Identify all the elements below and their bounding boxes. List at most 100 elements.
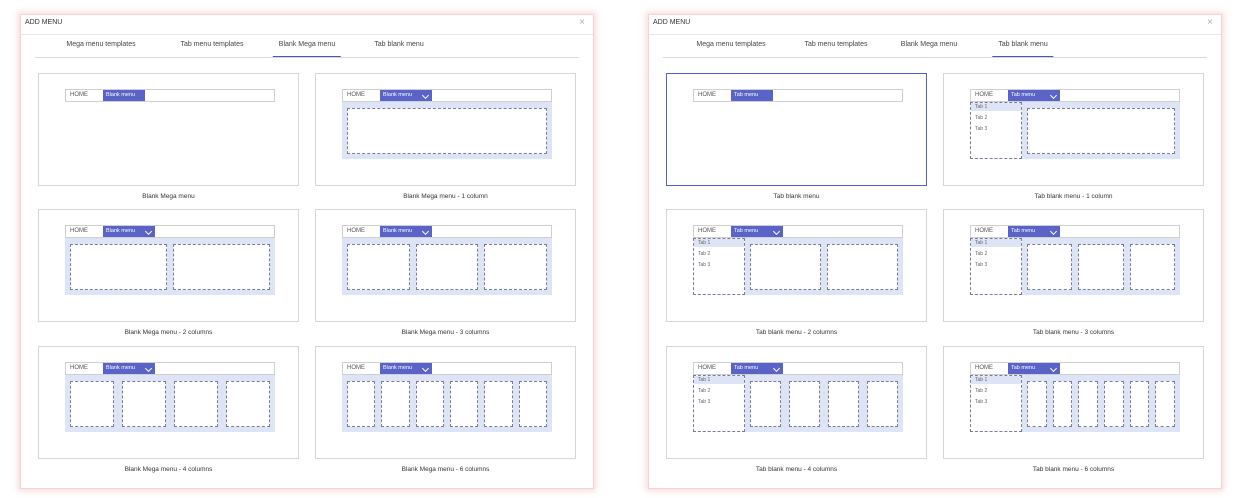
column-placeholder xyxy=(347,108,547,154)
column-placeholder xyxy=(381,381,410,427)
tab-list: Tab 1 Tab 2 Tab 3 xyxy=(693,375,745,432)
tab-label: Tab 3 xyxy=(975,262,988,268)
tab-tab-menu-templates[interactable]: Tab menu templates xyxy=(798,41,873,56)
dropdown-panel xyxy=(342,375,552,432)
dropdown-panel: Tab 1 Tab 2 Tab 3 xyxy=(970,102,1180,159)
preview-navbar: HOME Tab menu xyxy=(970,225,1180,238)
template-card[interactable]: HOME Blank menu xyxy=(315,73,576,186)
column-placeholder xyxy=(1027,381,1047,427)
tab-label: Tab 1 xyxy=(698,240,711,246)
card-caption: Blank Mega menu xyxy=(142,193,195,200)
column-placeholder xyxy=(1129,244,1175,290)
nav-menu-item: Blank menu xyxy=(103,90,145,101)
dropdown-panel: Tab 1 Tab 2 Tab 3 xyxy=(693,375,903,432)
dropdown-panel: Tab 1 Tab 2 Tab 3 xyxy=(970,238,1180,295)
template-card[interactable]: HOME Blank menu xyxy=(315,209,576,322)
dropdown-panel xyxy=(65,375,275,432)
nav-menu-item: Blank menu xyxy=(380,363,432,374)
nav-menu-label: Tab menu xyxy=(734,228,759,234)
nav-menu-label: Blank menu xyxy=(106,92,136,98)
template-card[interactable]: HOME Blank menu xyxy=(38,346,299,459)
template-card[interactable]: HOME Tab menu Tab 1 Tab 2 Tab 3 xyxy=(943,209,1204,322)
column-placeholder xyxy=(827,244,898,290)
template-card[interactable]: HOME Tab menu Tab 1 Tab 2 Tab 3 xyxy=(666,346,927,459)
preview-navbar: HOME Tab menu xyxy=(693,225,903,238)
column-placeholder xyxy=(1078,381,1098,427)
tab-label: Tab 3 xyxy=(698,399,711,405)
template-card[interactable]: HOME Tab menu Tab 1 Tab 2 Tab 3 xyxy=(943,346,1204,459)
tab-label: Tab 1 xyxy=(975,104,988,110)
column-placeholder xyxy=(347,244,410,290)
dropdown-panel xyxy=(342,238,552,295)
tab-label: Tab 2 xyxy=(698,251,711,257)
column-placeholder xyxy=(450,381,479,427)
card-caption: Blank Mega menu - 2 columns xyxy=(124,329,213,336)
nav-home-label: HOME xyxy=(975,92,993,98)
column-placeholder xyxy=(518,381,547,427)
tab-label: Tab 1 xyxy=(975,240,988,246)
nav-menu-item: Tab menu xyxy=(731,226,783,237)
tab-tab-menu-templates[interactable]: Tab menu templates xyxy=(174,41,249,56)
tab-list: Tab 1 Tab 2 Tab 3 xyxy=(970,375,1022,432)
column-placeholder xyxy=(828,381,859,427)
tab-list: Tab 1 Tab 2 Tab 3 xyxy=(970,102,1022,159)
tab-blank-mega-menu[interactable]: Blank Mega menu xyxy=(272,41,342,57)
chevron-down-icon xyxy=(144,364,153,373)
nav-menu-item: Tab menu xyxy=(1008,90,1060,101)
dialog-title: ADD MENU xyxy=(653,19,691,26)
preview-navbar: HOME Blank menu xyxy=(342,225,552,238)
column-placeholder xyxy=(1104,381,1124,427)
column-placeholder xyxy=(484,381,513,427)
column-placeholder xyxy=(347,381,376,427)
card-caption: Blank Mega menu - 3 columns xyxy=(401,329,490,336)
column-placeholder xyxy=(1052,381,1073,427)
tab-list: Tab 1 Tab 2 Tab 3 xyxy=(970,238,1022,295)
preview-navbar: HOME Tab menu xyxy=(693,89,903,102)
nav-menu-item: Blank menu xyxy=(380,90,432,101)
column-placeholder xyxy=(122,381,166,427)
preview-navbar: HOME Tab menu xyxy=(693,362,903,375)
column-placeholder xyxy=(226,381,270,427)
chevron-down-icon xyxy=(772,364,781,373)
column-placeholder xyxy=(415,244,479,290)
nav-home-label: HOME xyxy=(70,92,88,98)
tab-mega-menu-templates[interactable]: Mega menu templates xyxy=(690,41,771,56)
tab-mega-menu-templates[interactable]: Mega menu templates xyxy=(60,41,141,56)
template-card[interactable]: HOME Blank menu xyxy=(38,209,299,322)
card-caption: Tab blank menu - 6 columns xyxy=(1032,466,1115,473)
tab-tab-blank-menu[interactable]: Tab blank menu xyxy=(368,41,429,56)
tab-label: Tab 2 xyxy=(975,388,988,394)
nav-menu-item: Tab menu xyxy=(731,90,773,101)
column-placeholder xyxy=(867,381,898,427)
template-card[interactable]: HOME Blank menu xyxy=(315,346,576,459)
tab-label: Tab 1 xyxy=(975,377,988,383)
template-card[interactable]: HOME Tab menu Tab 1 Tab 2 Tab 3 xyxy=(666,209,927,322)
card-caption: Tab blank menu - 4 columns xyxy=(755,466,838,473)
column-placeholder xyxy=(174,381,218,427)
nav-menu-item: Blank menu xyxy=(380,226,432,237)
preview-navbar: HOME Blank menu xyxy=(65,225,275,238)
tab-label: Tab 2 xyxy=(975,115,988,121)
preview-navbar: HOME Blank menu xyxy=(342,362,552,375)
tab-tab-blank-menu[interactable]: Tab blank menu xyxy=(992,41,1054,57)
card-caption: Tab blank menu xyxy=(773,193,820,200)
column-placeholder xyxy=(70,244,167,290)
preview-navbar: HOME Blank menu xyxy=(65,89,275,102)
column-placeholder xyxy=(1027,244,1073,290)
card-caption: Tab blank menu - 3 columns xyxy=(1032,329,1115,336)
close-icon[interactable]: × xyxy=(579,17,585,28)
close-icon[interactable]: × xyxy=(1207,17,1213,28)
dropdown-panel: Tab 1 Tab 2 Tab 3 xyxy=(693,238,903,295)
tab-blank-mega-menu[interactable]: Blank Mega menu xyxy=(895,41,963,56)
column-placeholder xyxy=(1155,381,1175,427)
template-card[interactable]: HOME Blank menu xyxy=(38,73,299,186)
add-menu-dialog-left: ADD MENU × Mega menu templates Tab menu … xyxy=(20,14,594,489)
nav-menu-item: Tab menu xyxy=(731,363,783,374)
template-card[interactable]: HOME Tab menu xyxy=(666,73,927,186)
nav-home-label: HOME xyxy=(70,365,88,371)
column-placeholder xyxy=(1129,381,1150,427)
nav-menu-label: Blank menu xyxy=(383,92,413,98)
card-caption: Tab blank menu - 2 columns xyxy=(755,329,838,336)
chevron-down-icon xyxy=(1049,227,1058,236)
template-card[interactable]: HOME Tab menu Tab 1 Tab 2 Tab 3 xyxy=(943,73,1204,186)
